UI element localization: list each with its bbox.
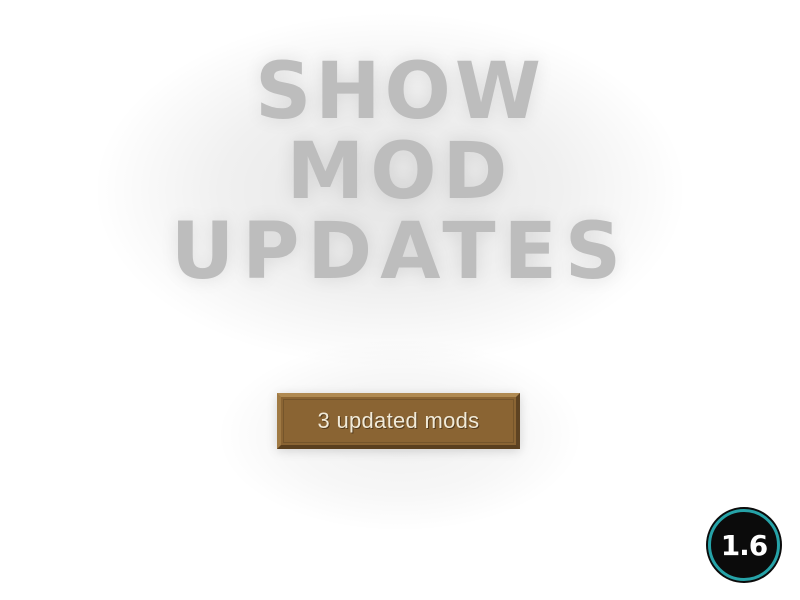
title-line-show: SHOW <box>255 47 545 137</box>
title-line-mod: MOD <box>286 127 514 217</box>
title-line-updates: UPDATES <box>170 207 630 297</box>
page-title: SHOW MOD UPDATES <box>0 52 800 292</box>
updated-mods-label: 3 updated mods <box>317 408 480 433</box>
version-badge: 1.6 <box>708 509 780 581</box>
updated-mods-button[interactable]: 3 updated mods <box>277 393 520 449</box>
version-label: 1.6 <box>720 528 769 562</box>
